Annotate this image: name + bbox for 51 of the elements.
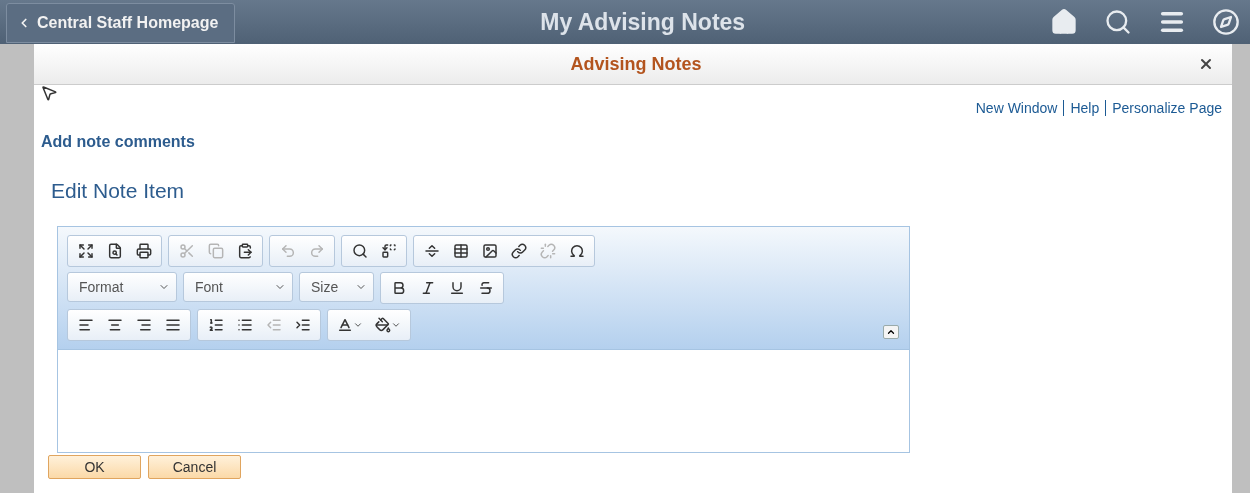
redo-icon (308, 243, 325, 259)
dropdown-button[interactable]: Font (183, 272, 293, 302)
dropdown-button[interactable]: Format (67, 272, 177, 302)
find-icon (351, 243, 368, 259)
modal-title: Advising Notes (569, 53, 703, 75)
replace-icon (380, 243, 397, 259)
cut-icon (178, 243, 195, 259)
link-icon (510, 243, 527, 259)
table-icon (452, 243, 469, 259)
close-icon (1198, 56, 1214, 72)
paste-icon (236, 243, 253, 259)
copy-icon (207, 243, 224, 259)
header-link[interactable]: Help (1070, 100, 1100, 116)
rule-icon (423, 243, 440, 259)
mouse-cursor-icon (40, 84, 58, 102)
cancel-button[interactable]: Cancel (148, 455, 241, 479)
bulleted-icon (236, 317, 253, 333)
maximize-icon (77, 243, 94, 259)
indent-icon (294, 317, 311, 333)
image-icon (481, 243, 498, 259)
align-left-icon (77, 317, 94, 333)
strike-icon (477, 280, 494, 296)
special-icon (568, 243, 585, 259)
section-label: Add note comments (41, 133, 196, 151)
compass-icon[interactable] (1212, 8, 1240, 36)
numbered-icon (207, 317, 224, 333)
search-icon[interactable] (1104, 8, 1132, 36)
print-icon (135, 243, 152, 259)
align-center-icon (106, 317, 123, 333)
caret-icon (391, 320, 401, 330)
section-heading: Edit Note Item (51, 179, 186, 203)
header-link[interactable]: New Window (975, 100, 1058, 116)
collapse-toolbar-button[interactable] (883, 325, 899, 339)
preview-icon (106, 243, 123, 259)
align-right-icon (135, 317, 152, 333)
ok-button[interactable]: OK (48, 455, 141, 479)
underline-icon (448, 280, 465, 296)
dropdown-button[interactable]: Size (299, 272, 374, 302)
caret-icon (353, 320, 363, 330)
justify-icon (164, 317, 181, 333)
page-title: My Advising Notes (539, 8, 747, 36)
collapse-icon (886, 327, 896, 337)
undo-icon (279, 243, 296, 259)
home-icon[interactable] (1050, 8, 1078, 36)
header-link[interactable]: Personalize Page (1112, 100, 1222, 116)
back-button[interactable]: Central Staff Homepage (6, 3, 236, 43)
unlink-icon (539, 243, 556, 259)
bg-color-icon (375, 317, 391, 333)
close-button[interactable] (1198, 56, 1214, 72)
text-color-icon (337, 317, 353, 333)
outdent-icon (265, 317, 282, 333)
